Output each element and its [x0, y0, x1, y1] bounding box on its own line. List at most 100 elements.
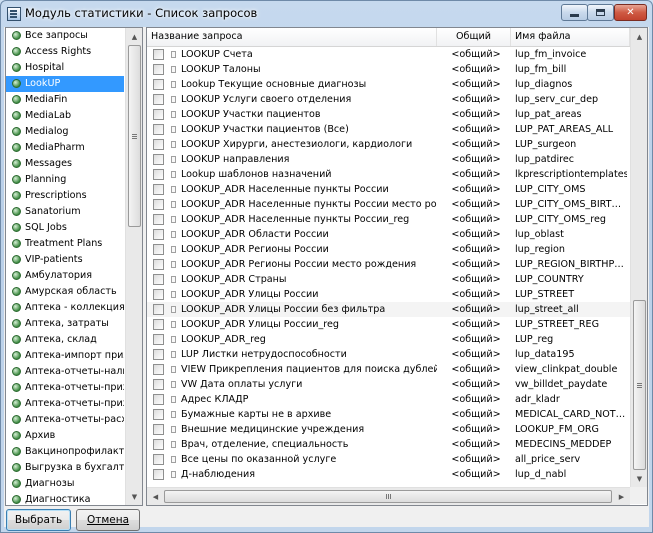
- table-row[interactable]: Все цены по оказанной услуге <общий> all_p…: [147, 452, 630, 467]
- category-item[interactable]: LookUP: [6, 76, 124, 92]
- row-checkbox[interactable]: [153, 64, 164, 75]
- grid-vertical-scrollbar[interactable]: ▲ ▼: [630, 28, 647, 487]
- grid-hscroll-thumb[interactable]: [164, 490, 612, 503]
- table-row[interactable]: LOOKUP Хирурги, анестезиологи, кардиолог…: [147, 137, 630, 152]
- row-checkbox[interactable]: [153, 394, 164, 405]
- table-row[interactable]: Д-наблюдения <общий> lup_d_nabl: [147, 467, 630, 482]
- category-item[interactable]: Аптека-отчеты-прихо…: [6, 396, 124, 412]
- row-checkbox[interactable]: [153, 289, 164, 300]
- category-item[interactable]: Sanatorium: [6, 204, 124, 220]
- row-checkbox[interactable]: [153, 229, 164, 240]
- row-checkbox[interactable]: [153, 259, 164, 270]
- column-header-file[interactable]: Имя файла: [511, 28, 630, 46]
- category-item[interactable]: Аптека-отчеты-прихо…: [6, 380, 124, 396]
- row-checkbox[interactable]: [153, 469, 164, 480]
- row-checkbox[interactable]: [153, 379, 164, 390]
- row-checkbox[interactable]: [153, 304, 164, 315]
- row-checkbox[interactable]: [153, 169, 164, 180]
- table-row[interactable]: LOOKUP_ADR Населенные пункты России мест…: [147, 197, 630, 212]
- row-checkbox[interactable]: [153, 439, 164, 450]
- table-row[interactable]: VW Дата оплаты услуги <общий> vw_billdet_p…: [147, 377, 630, 392]
- row-checkbox[interactable]: [153, 79, 164, 90]
- category-item[interactable]: Диагностика: [6, 492, 124, 505]
- category-item[interactable]: Access Rights: [6, 44, 124, 60]
- category-item[interactable]: Аптека-отчеты-налич…: [6, 364, 124, 380]
- table-row[interactable]: LOOKUP_ADR Области России <общий> lup_obla…: [147, 227, 630, 242]
- category-item[interactable]: MediaFin: [6, 92, 124, 108]
- scroll-down-icon[interactable]: ▼: [631, 470, 647, 487]
- row-checkbox[interactable]: [153, 424, 164, 435]
- row-checkbox[interactable]: [153, 154, 164, 165]
- row-checkbox[interactable]: [153, 94, 164, 105]
- category-item[interactable]: Амурская область: [6, 284, 124, 300]
- row-checkbox[interactable]: [153, 364, 164, 375]
- table-row[interactable]: LOOKUP Участки пациентов (Все) <общий> LUP…: [147, 122, 630, 137]
- category-item[interactable]: Planning: [6, 172, 124, 188]
- category-item[interactable]: MediaPharm: [6, 140, 124, 156]
- column-header-name[interactable]: Название запроса: [147, 28, 437, 46]
- row-checkbox[interactable]: [153, 409, 164, 420]
- table-row[interactable]: Lookup Текущие основные диагнозы <общий> l…: [147, 77, 630, 92]
- category-item[interactable]: Диагнозы: [6, 476, 124, 492]
- grid-scroll-thumb[interactable]: [633, 300, 646, 470]
- category-item[interactable]: Вакцинопрофилактика: [6, 444, 124, 460]
- table-row[interactable]: Врач, отделение, специальность <общий> MED…: [147, 437, 630, 452]
- row-checkbox[interactable]: [153, 454, 164, 465]
- table-row[interactable]: LOOKUP_ADR Страны <общий> LUP_COUNTRY: [147, 272, 630, 287]
- scroll-up-icon[interactable]: ▲: [631, 28, 647, 45]
- table-row[interactable]: LOOKUP Участки пациентов <общий> lup_pat_a…: [147, 107, 630, 122]
- category-item[interactable]: Аптека - коллекция: [6, 300, 124, 316]
- category-item[interactable]: Аптека, склад: [6, 332, 124, 348]
- table-row[interactable]: LOOKUP_ADR_reg <общий> LUP_reg: [147, 332, 630, 347]
- table-row[interactable]: LOOKUP_ADR Населенные пункты России_reg <…: [147, 212, 630, 227]
- category-scrollbar[interactable]: ▲ ▼: [125, 28, 142, 505]
- table-row[interactable]: LOOKUP Услуги своего отделения <общий> lup…: [147, 92, 630, 107]
- category-item[interactable]: Medialog: [6, 124, 124, 140]
- scroll-left-icon[interactable]: ◀: [147, 488, 164, 505]
- table-row[interactable]: LOOKUP_ADR Улицы России_reg <общий> LUP_ST…: [147, 317, 630, 332]
- minimize-button[interactable]: [561, 4, 588, 21]
- scroll-up-icon[interactable]: ▲: [126, 28, 142, 45]
- table-row[interactable]: LOOKUP Счета <общий> lup_fm_invoice: [147, 47, 630, 62]
- table-row[interactable]: LOOKUP_ADR Регионы России <общий> lup_regi…: [147, 242, 630, 257]
- table-row[interactable]: LUP Листки нетрудоспособности <общий> lup_…: [147, 347, 630, 362]
- table-row[interactable]: LOOKUP_ADR Улицы России <общий> LUP_STREET: [147, 287, 630, 302]
- table-row[interactable]: Внешние медицинские учреждения <общий> LOO…: [147, 422, 630, 437]
- category-item[interactable]: SQL Jobs: [6, 220, 124, 236]
- category-item[interactable]: Все запросы: [6, 28, 124, 44]
- category-item[interactable]: Аптека-импорт прихо…: [6, 348, 124, 364]
- row-checkbox[interactable]: [153, 184, 164, 195]
- grid-horizontal-scrollbar[interactable]: ◀ ▶: [147, 487, 630, 505]
- category-item[interactable]: Аптека, затраты: [6, 316, 124, 332]
- row-checkbox[interactable]: [153, 334, 164, 345]
- category-item[interactable]: Prescriptions: [6, 188, 124, 204]
- category-item[interactable]: VIP-patients: [6, 252, 124, 268]
- table-row[interactable]: Lookup шаблонов назначений <общий> lkpresc…: [147, 167, 630, 182]
- row-checkbox[interactable]: [153, 109, 164, 120]
- cancel-button[interactable]: Отмена: [76, 509, 140, 531]
- row-checkbox[interactable]: [153, 274, 164, 285]
- category-item[interactable]: Treatment Plans: [6, 236, 124, 252]
- category-item[interactable]: Выгрузка в бухгалтер…: [6, 460, 124, 476]
- category-scroll-thumb[interactable]: [128, 45, 141, 227]
- table-row[interactable]: LOOKUP_ADR Улицы России без фильтра <общи…: [147, 302, 630, 317]
- row-checkbox[interactable]: [153, 319, 164, 330]
- column-header-general[interactable]: Общий: [437, 28, 511, 46]
- row-checkbox[interactable]: [153, 49, 164, 60]
- row-checkbox[interactable]: [153, 139, 164, 150]
- row-checkbox[interactable]: [153, 214, 164, 225]
- maximize-button[interactable]: [587, 4, 614, 21]
- table-row[interactable]: LOOKUP_ADR Регионы России место рождения…: [147, 257, 630, 272]
- row-checkbox[interactable]: [153, 244, 164, 255]
- table-row[interactable]: LOOKUP Талоны <общий> lup_fm_bill: [147, 62, 630, 77]
- table-row[interactable]: LOOKUP направления <общий> lup_patdirec: [147, 152, 630, 167]
- category-item[interactable]: MediaLab: [6, 108, 124, 124]
- category-item[interactable]: Архив: [6, 428, 124, 444]
- table-row[interactable]: VIEW Прикрепления пациентов для поиска д…: [147, 362, 630, 377]
- table-row[interactable]: LOOKUP_ADR Населенные пункты России <общи…: [147, 182, 630, 197]
- category-item[interactable]: Hospital: [6, 60, 124, 76]
- row-checkbox[interactable]: [153, 199, 164, 210]
- row-checkbox[interactable]: [153, 349, 164, 360]
- scroll-right-icon[interactable]: ▶: [613, 488, 630, 505]
- title-bar[interactable]: Модуль статистики - Список запросов ✕: [1, 1, 652, 27]
